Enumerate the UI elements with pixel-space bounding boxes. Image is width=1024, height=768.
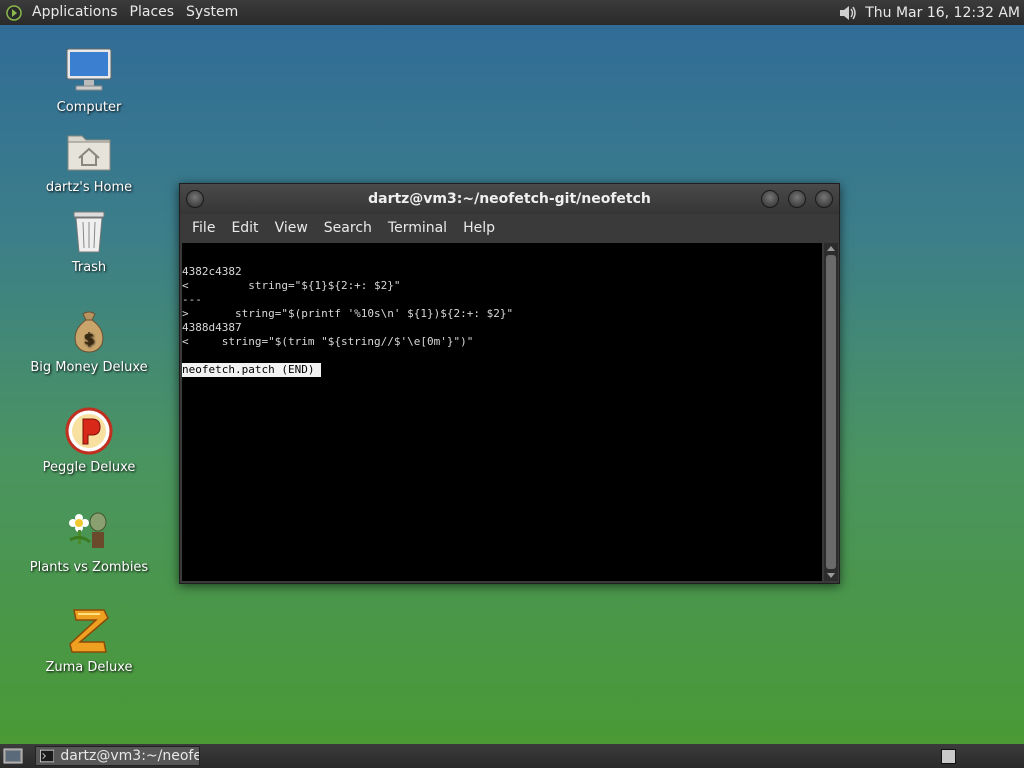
scroll-thumb[interactable]	[826, 255, 836, 569]
terminal-line: < string="${1}${2:+: $2}"	[182, 279, 401, 292]
desktop-icon-label: Big Money Deluxe	[30, 360, 148, 375]
svg-text:$: $	[83, 329, 94, 348]
desktop-icon-label: Computer	[56, 100, 122, 115]
desktop-icon-label: Trash	[71, 260, 107, 275]
show-desktop-icon[interactable]	[3, 747, 23, 765]
money-bag-icon: $	[74, 311, 104, 353]
scroll-down-icon[interactable]	[827, 573, 835, 578]
terminal-line: < string="$(trim "${string//$'\e[0m'}")"	[182, 335, 474, 348]
scroll-up-icon[interactable]	[827, 246, 835, 251]
taskbar-terminal-button[interactable]: dartz@vm3:~/neofe...	[35, 746, 200, 766]
desktop-icon-big-money[interactable]: $ Big Money Deluxe	[29, 306, 149, 375]
window-menu-button[interactable]	[186, 190, 204, 208]
distro-logo-icon[interactable]	[6, 4, 22, 21]
terminal-scrollbar[interactable]	[824, 243, 838, 581]
desktop-icon-trash[interactable]: Trash	[29, 206, 149, 275]
applications-menu[interactable]: Applications	[26, 0, 124, 25]
terminal-icon	[40, 749, 55, 763]
close-button[interactable]	[815, 190, 833, 208]
bottom-panel: dartz@vm3:~/neofe...	[0, 744, 1024, 768]
taskbar-button-label: dartz@vm3:~/neofe...	[60, 748, 199, 764]
trash-icon	[73, 211, 105, 253]
menu-file[interactable]: File	[184, 214, 223, 242]
desktop-icon-peggle[interactable]: Peggle Deluxe	[29, 406, 149, 475]
window-titlebar[interactable]: dartz@vm3:~/neofetch-git/neofetch	[180, 184, 839, 214]
desktop-icon-label: Peggle Deluxe	[42, 460, 136, 475]
maximize-button[interactable]	[788, 190, 806, 208]
desktop-icon-computer[interactable]: Computer	[29, 46, 149, 115]
desktop-icon-zuma[interactable]: Zuma Deluxe	[29, 606, 149, 675]
desktop-icon-home[interactable]: dartz's Home	[29, 126, 149, 195]
zuma-icon	[69, 609, 109, 653]
peggle-icon	[65, 407, 113, 455]
home-folder-icon	[67, 135, 111, 171]
system-menu[interactable]: System	[180, 0, 244, 25]
minimize-button[interactable]	[761, 190, 779, 208]
terminal-line: 4388d4387	[182, 321, 242, 334]
pager-status: neofetch.patch (END)	[182, 363, 322, 377]
clock[interactable]: Thu Mar 16, 12:32 AM	[865, 5, 1024, 21]
terminal-line: > string="$(printf '%10s\n' ${1})${2:+: …	[182, 307, 514, 320]
desktop-icon-pvz[interactable]: Plants vs Zombies	[29, 506, 149, 575]
menu-terminal[interactable]: Terminal	[380, 214, 455, 242]
workspace-switcher[interactable]	[941, 749, 956, 764]
terminal-line: ---	[182, 293, 202, 306]
volume-icon[interactable]	[837, 4, 859, 22]
terminal-menubar: File Edit View Search Terminal Help	[180, 214, 839, 242]
desktop-icon-label: dartz's Home	[45, 180, 133, 195]
computer-icon	[66, 48, 112, 91]
terminal-output[interactable]: 4382c4382 < string="${1}${2:+: $2}" --- …	[182, 243, 822, 581]
places-menu[interactable]: Places	[124, 0, 181, 25]
plants-vs-zombies-icon	[69, 512, 107, 548]
menu-search[interactable]: Search	[316, 214, 380, 242]
menu-view[interactable]: View	[267, 214, 316, 242]
terminal-window[interactable]: dartz@vm3:~/neofetch-git/neofetch File E…	[179, 183, 840, 584]
window-title: dartz@vm3:~/neofetch-git/neofetch	[368, 191, 651, 207]
menu-help[interactable]: Help	[455, 214, 503, 242]
desktop-icon-label: Zuma Deluxe	[45, 660, 133, 675]
desktop-icon-label: Plants vs Zombies	[29, 560, 149, 575]
terminal-line: 4382c4382	[182, 265, 242, 278]
top-panel: Applications Places System Thu Mar 16, 1…	[0, 0, 1024, 25]
menu-edit[interactable]: Edit	[223, 214, 266, 242]
